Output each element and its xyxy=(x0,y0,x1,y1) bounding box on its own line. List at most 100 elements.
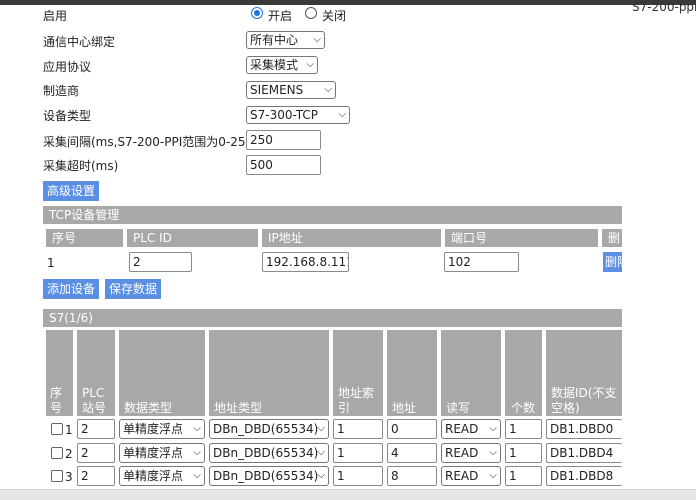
s7-header-aidx: 地址索 引 xyxy=(333,330,383,416)
address-type-select[interactable]: DBn_DBD(65534) ⌵ xyxy=(209,466,329,486)
s7-header-index-line1: 序 xyxy=(50,386,63,400)
s7-header-dtype: 数据类型 xyxy=(119,330,205,416)
row-index: 1 xyxy=(65,423,73,437)
center-select[interactable]: 所有中心 ⌵ xyxy=(246,31,325,49)
read-write-value: READ xyxy=(445,446,479,460)
s7-header-atype-text: 地址类型 xyxy=(214,401,263,415)
chevron-down-icon: ⌵ xyxy=(193,423,201,434)
devtype-label: 设备类型 xyxy=(43,109,92,123)
address-type-select[interactable]: DBn_DBD(65534) ⌵ xyxy=(209,443,329,463)
s7-header-atype: 地址类型 xyxy=(209,330,329,416)
maker-value: SIEMENS xyxy=(250,83,304,97)
center-label: 通信中心绑定 xyxy=(43,35,116,49)
data-id-input[interactable]: DB1.DBD0 xyxy=(546,419,622,439)
chevron-down-icon: ⌵ xyxy=(193,470,201,481)
chevron-down-icon: ⌵ xyxy=(317,470,325,481)
s7-header-data-id: 数据ID(不支 空格) xyxy=(546,330,622,416)
interval-label: 采集间隔(ms,S7-200-PPI范围为0-250) xyxy=(43,135,258,149)
tcp-header-delete: 删 xyxy=(602,229,622,247)
data-type-select[interactable]: 单精度浮点 ⌵ xyxy=(119,443,205,463)
side-panel-text: S7-200-ppi xyxy=(632,0,696,14)
address-input[interactable]: 4 xyxy=(387,443,437,463)
enable-on-label: 开启 xyxy=(268,9,293,23)
plc-station-input[interactable]: 2 xyxy=(77,443,115,463)
address-index-input[interactable]: 1 xyxy=(333,443,383,463)
read-write-value: READ xyxy=(445,422,479,436)
data-type-value: 单精度浮点 xyxy=(123,422,184,436)
data-id-input[interactable]: DB1.DBD4 xyxy=(546,443,622,463)
s7-header-count-text: 个数 xyxy=(511,401,536,415)
devtype-select[interactable]: S7-300-TCP ⌵ xyxy=(246,106,350,124)
s7-header-aidx-line1: 地址索 xyxy=(338,386,375,400)
s7-header-plc: PLC 站号 xyxy=(77,330,115,416)
add-device-button[interactable]: 添加设备 xyxy=(43,279,100,299)
plc-station-input[interactable]: 2 xyxy=(77,419,115,439)
timeout-label: 采集超时(ms) xyxy=(43,159,119,173)
s7-header-did-line2: 空格) xyxy=(551,401,580,415)
s7-header-dtype-text: 数据类型 xyxy=(124,401,173,415)
s7-header-rw-text: 读写 xyxy=(446,401,471,415)
s7-header-addr: 地址 xyxy=(387,330,437,416)
devtype-value: S7-300-TCP xyxy=(250,108,318,122)
read-write-select[interactable]: READ ⌵ xyxy=(441,466,501,486)
address-type-select[interactable]: DBn_DBD(65534) ⌵ xyxy=(209,419,329,439)
chevron-down-icon: ⌵ xyxy=(489,470,497,481)
address-type-value: DBn_DBD(65534) xyxy=(213,446,319,460)
data-type-select[interactable]: 单精度浮点 ⌵ xyxy=(119,466,205,486)
address-index-input[interactable]: 1 xyxy=(333,419,383,439)
window-top-bar xyxy=(0,0,696,5)
address-type-value: DBn_DBD(65534) xyxy=(213,469,319,483)
data-id-input[interactable]: DB1.DBD8 xyxy=(546,466,622,486)
tcp-row-index: 1 xyxy=(47,256,55,270)
chevron-down-icon: ⌵ xyxy=(489,447,497,458)
s7-header-aidx-line2: 引 xyxy=(338,401,351,415)
enable-label: 启用 xyxy=(43,9,68,23)
row-checkbox[interactable] xyxy=(51,423,63,435)
address-input[interactable]: 8 xyxy=(387,466,437,486)
row-index: 2 xyxy=(65,447,73,461)
row-checkbox[interactable] xyxy=(51,470,63,482)
s7-header-index-line2: 号 xyxy=(50,401,63,415)
s7-header-rw: 读写 xyxy=(441,330,501,416)
protocol-select[interactable]: 采集模式 ⌵ xyxy=(246,56,318,74)
chevron-down-icon: ⌵ xyxy=(324,84,332,95)
tcp-header-index: 序号 xyxy=(46,229,123,247)
data-type-value: 单精度浮点 xyxy=(123,446,184,460)
read-write-value: READ xyxy=(445,469,479,483)
chevron-down-icon: ⌵ xyxy=(193,447,201,458)
count-input[interactable]: 1 xyxy=(505,443,542,463)
tcp-ip-input[interactable]: 192.168.8.111 xyxy=(262,252,349,272)
interval-input[interactable]: 250 xyxy=(246,130,321,150)
data-type-value: 单精度浮点 xyxy=(123,469,184,483)
tcp-port-input[interactable]: 102 xyxy=(444,252,519,272)
row-checkbox[interactable] xyxy=(51,447,63,459)
protocol-label: 应用协议 xyxy=(43,60,92,74)
enable-on-radio[interactable] xyxy=(251,7,263,19)
s7-section-title: S7(1/6) xyxy=(43,309,622,327)
advanced-settings-button[interactable]: 高级设置 xyxy=(43,181,100,201)
address-input[interactable]: 0 xyxy=(387,419,437,439)
chevron-down-icon: ⌵ xyxy=(338,109,346,120)
chevron-down-icon: ⌵ xyxy=(313,34,321,45)
count-input[interactable]: 1 xyxy=(505,466,542,486)
chevron-down-icon: ⌵ xyxy=(306,59,314,70)
save-data-button[interactable]: 保存数据 xyxy=(105,279,162,299)
s7-header-did-line1: 数据ID(不支 xyxy=(551,386,617,400)
address-index-input[interactable]: 1 xyxy=(333,466,383,486)
read-write-select[interactable]: READ ⌵ xyxy=(441,443,501,463)
tcp-section-title: TCP设备管理 xyxy=(43,206,622,224)
chevron-down-icon: ⌵ xyxy=(317,447,325,458)
read-write-select[interactable]: READ ⌵ xyxy=(441,419,501,439)
tcp-header-plc-id: PLC ID xyxy=(127,229,258,247)
tcp-plc-id-input[interactable]: 2 xyxy=(129,252,192,272)
data-type-select[interactable]: 单精度浮点 ⌵ xyxy=(119,419,205,439)
row-index: 3 xyxy=(65,470,73,484)
maker-select[interactable]: SIEMENS ⌵ xyxy=(246,81,336,99)
count-input[interactable]: 1 xyxy=(505,419,542,439)
timeout-input[interactable]: 500 xyxy=(246,155,321,175)
plc-station-input[interactable]: 2 xyxy=(77,466,115,486)
tcp-delete-button[interactable]: 删除 xyxy=(603,252,622,272)
tcp-header-port: 端口号 xyxy=(445,229,598,247)
enable-off-radio[interactable] xyxy=(305,7,317,19)
tcp-header-ip: IP地址 xyxy=(262,229,441,247)
